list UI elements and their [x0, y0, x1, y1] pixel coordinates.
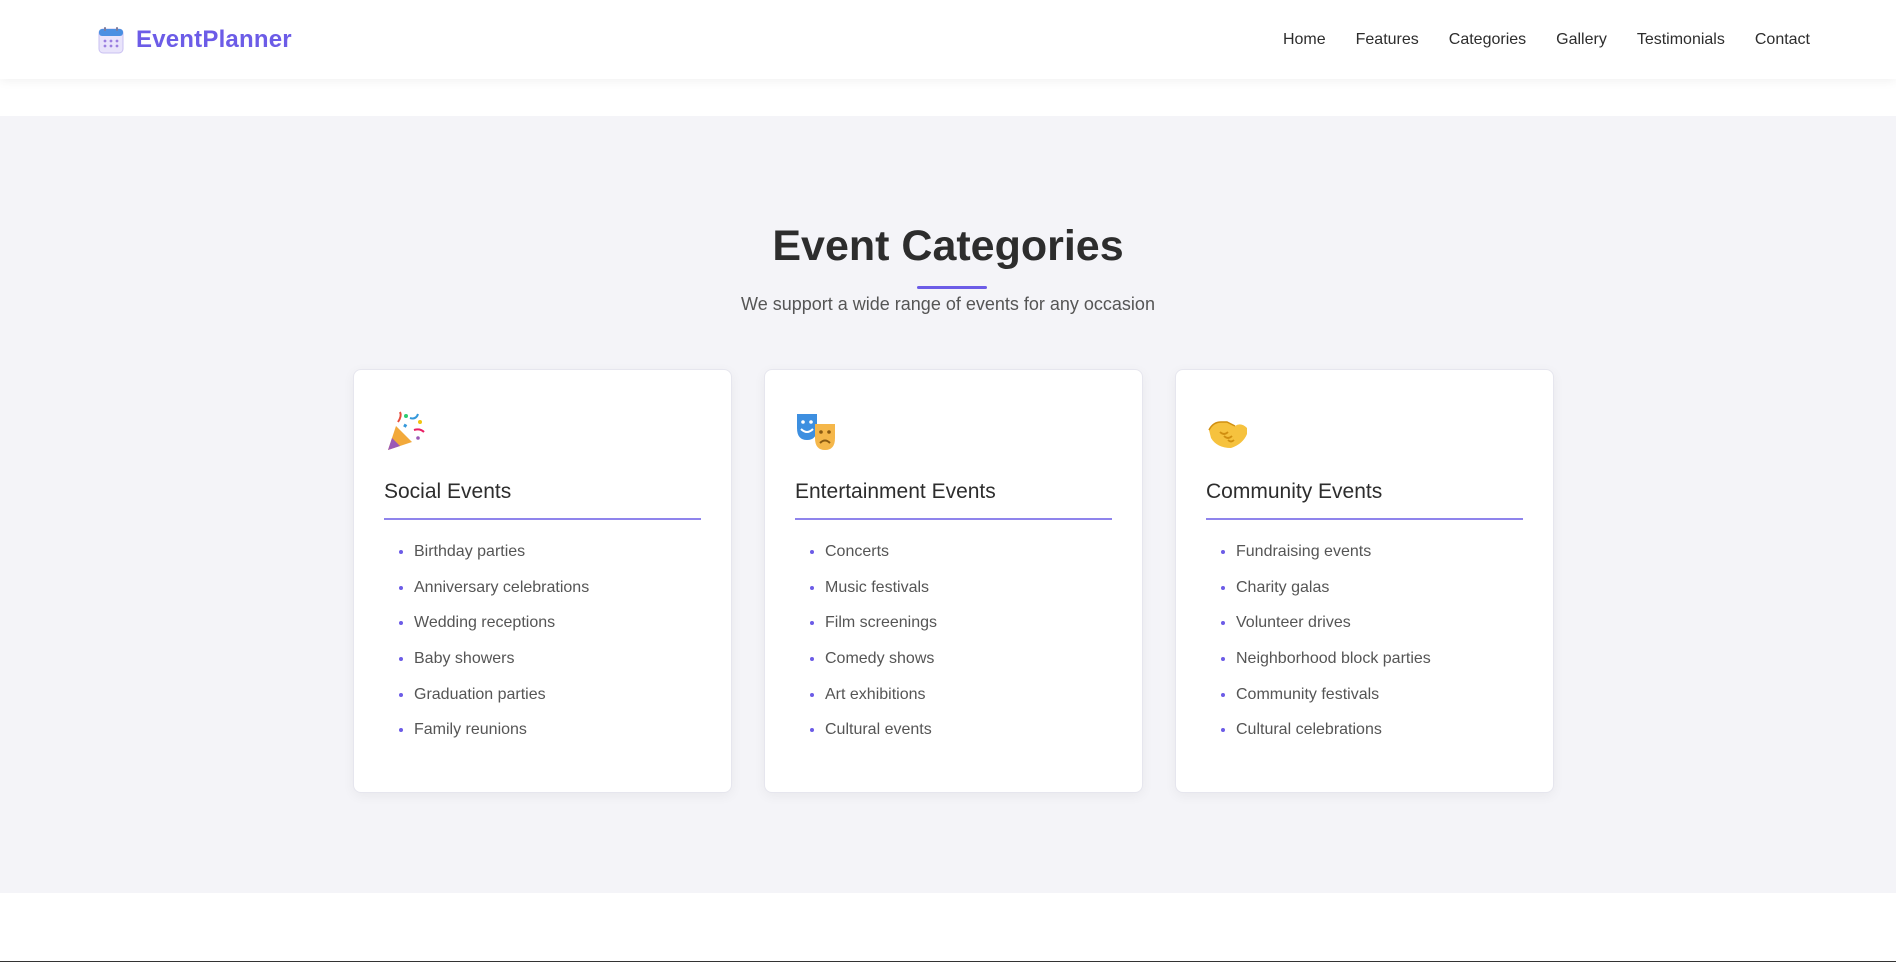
nav-link-categories[interactable]: Categories [1449, 31, 1526, 49]
list-item: Concerts [810, 534, 1112, 570]
list-item: Music festivals [810, 570, 1112, 606]
categories-section: Event Categories We support a wide range… [0, 116, 1896, 893]
bullet-icon [399, 728, 403, 733]
list-item-label: Cultural celebrations [1236, 721, 1382, 739]
list-item: Neighborhood block parties [1221, 641, 1523, 677]
bullet-icon [399, 656, 403, 661]
navbar: EventPlanner Home Features Categories Ga… [0, 0, 1896, 79]
category-card-entertainment: Entertainment Events Concerts Music fest… [764, 369, 1143, 793]
bullet-icon [1221, 549, 1225, 554]
section-subtitle: We support a wide range of events for an… [741, 294, 1155, 314]
list-item: Anniversary celebrations [399, 570, 701, 606]
list-item: Family reunions [399, 712, 701, 748]
category-card-social: Social Events Birthday parties Anniversa… [353, 369, 732, 793]
list-item-label: Volunteer drives [1236, 614, 1351, 632]
nav-link-gallery[interactable]: Gallery [1556, 31, 1607, 49]
list-item-label: Community festivals [1236, 685, 1380, 703]
list-item-label: Wedding receptions [414, 614, 556, 632]
list-item: Art exhibitions [810, 677, 1112, 713]
list-item-label: Music festivals [825, 578, 930, 596]
list-item: Cultural celebrations [1221, 712, 1523, 748]
nav-link-testimonials[interactable]: Testimonials [1637, 31, 1725, 49]
calendar-icon [98, 26, 124, 53]
list-item-label: Art exhibitions [825, 685, 926, 703]
list-item: Wedding receptions [399, 605, 701, 641]
list-item-label: Birthday parties [414, 543, 526, 560]
card-title: Entertainment Events [795, 480, 1112, 520]
list-item-label: Concerts [825, 543, 890, 560]
handshake-icon [1208, 421, 1247, 448]
brand-name: EventPlanner [136, 25, 292, 53]
list-item-label: Graduation parties [414, 685, 546, 703]
card-list: Concerts Music festivals Film screenings… [795, 534, 1112, 748]
card-title: Community Events [1206, 480, 1523, 520]
list-item-label: Cultural events [825, 721, 932, 739]
nav-link-home[interactable]: Home [1283, 31, 1326, 49]
list-item-label: Film screenings [825, 614, 938, 632]
list-item-label: Neighborhood block parties [1236, 650, 1431, 668]
bullet-icon [1221, 656, 1225, 661]
bullet-icon [1221, 621, 1225, 626]
bullet-icon [399, 585, 403, 590]
nav-menu: Home Features Categories Gallery Testimo… [1283, 31, 1810, 49]
list-item-label: Comedy shows [825, 650, 935, 668]
brand-logo[interactable]: EventPlanner [98, 26, 292, 54]
list-item: Charity galas [1221, 570, 1523, 606]
bullet-icon [1221, 692, 1225, 697]
nav-link-contact[interactable]: Contact [1755, 31, 1810, 49]
section-title: Event Categories [772, 222, 1124, 270]
list-item-label: Charity galas [1236, 578, 1330, 596]
bullet-icon [810, 585, 814, 590]
category-cards: Social Events Birthday parties Anniversa… [353, 369, 1554, 793]
category-card-community: Community Events Fundraising events Char… [1175, 369, 1554, 793]
bullet-icon [810, 549, 814, 554]
list-item-label: Family reunions [414, 721, 527, 739]
card-title: Social Events [384, 480, 701, 520]
bullet-icon [810, 621, 814, 626]
bullet-icon [399, 549, 403, 554]
list-item-label: Baby showers [414, 650, 515, 668]
bullet-icon [1221, 585, 1225, 590]
bullet-icon [810, 728, 814, 733]
card-list: Birthday parties Anniversary celebration… [384, 534, 701, 748]
list-item: Baby showers [399, 641, 701, 677]
list-item-label: Anniversary celebrations [414, 578, 590, 596]
bullet-icon [810, 656, 814, 661]
list-item-label: Fundraising events [1236, 543, 1372, 560]
list-item: Community festivals [1221, 677, 1523, 713]
party-popper-icon [388, 411, 425, 450]
list-item: Cultural events [810, 712, 1112, 748]
bullet-icon [1221, 728, 1225, 733]
bullet-icon [399, 621, 403, 626]
list-item: Birthday parties [399, 534, 701, 570]
theater-masks-icon [797, 414, 835, 450]
list-item: Graduation parties [399, 677, 701, 713]
list-item: Comedy shows [810, 641, 1112, 677]
list-item: Volunteer drives [1221, 605, 1523, 641]
bullet-icon [810, 692, 814, 697]
card-list: Fundraising events Charity galas Volunte… [1206, 534, 1523, 748]
nav-link-features[interactable]: Features [1356, 31, 1419, 49]
title-underline [917, 286, 987, 289]
list-item: Film screenings [810, 605, 1112, 641]
bullet-icon [399, 692, 403, 697]
list-item: Fundraising events [1221, 534, 1523, 570]
